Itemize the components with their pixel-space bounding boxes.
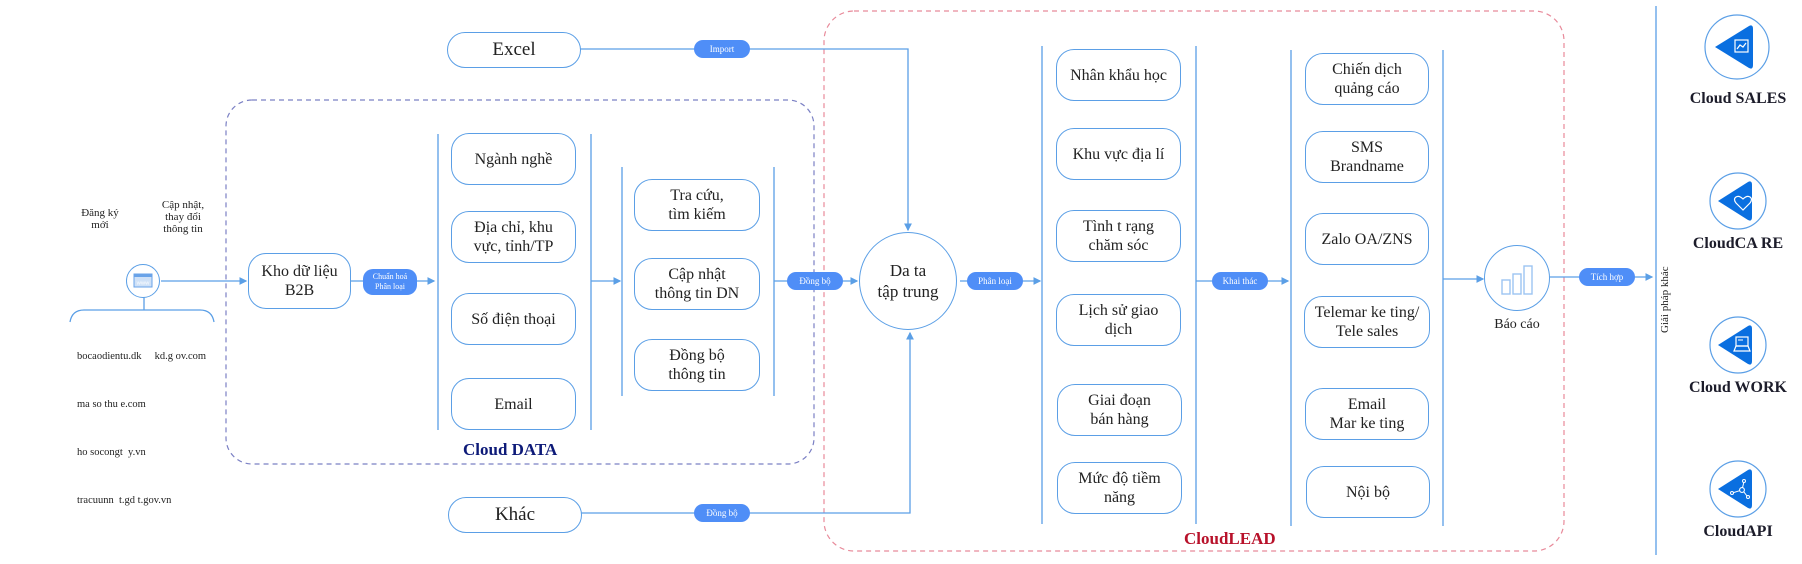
website-list: bocaodientu.dk kd.g ov.com ma so thu e.c… xyxy=(77,317,206,525)
other-sync-tag: Đồng bộ xyxy=(694,504,750,522)
product-label: Cloud WORK xyxy=(1689,379,1787,396)
channel-email-marketing: Email Mar ke ting xyxy=(1305,388,1429,440)
b2b-warehouse-node: Kho dữ liệu B2B xyxy=(248,253,351,309)
segment-demographics: Nhân khẩu học xyxy=(1056,49,1181,101)
line-chart-icon xyxy=(1703,13,1771,81)
website-item: bocaodientu.dk kd.g ov.com xyxy=(77,351,207,362)
attribute-address: Địa chỉ, khu vực, tỉnh/TP xyxy=(451,211,576,263)
function-sync-info: Đồng bộ thông tin xyxy=(634,339,760,391)
segment-potential-level: Mức độ tiềm năng xyxy=(1057,462,1182,514)
report-label: Báo cáo xyxy=(1494,317,1540,332)
cloud-data-title: Cloud DATA xyxy=(463,440,558,459)
other-solutions-label: Giải pháp khác xyxy=(1659,266,1671,333)
function-search: Tra cứu, tìm kiếm xyxy=(634,179,760,231)
cloud-lead-title: CloudLEAD xyxy=(1184,529,1276,548)
laptop-icon xyxy=(1708,315,1768,375)
sync-tag: Đồng bộ xyxy=(787,272,843,290)
segment-sales-stage: Giai đoạn bán hàng xyxy=(1057,384,1182,436)
segment-transaction-history: Lịch sử giao dịch xyxy=(1056,294,1181,346)
attribute-email: Email xyxy=(451,378,576,430)
normalize-classify-tag: Chuẩn hoá Phân loại xyxy=(363,269,417,295)
network-nodes-icon xyxy=(1708,459,1768,519)
segment-care-status: Tình t rạng chăm sóc xyxy=(1056,210,1181,262)
bar-chart-icon xyxy=(1501,265,1533,295)
product-label: CloudCA RE xyxy=(1692,235,1784,252)
other-input-node: Khác xyxy=(448,497,582,533)
channel-sms-brandname: SMS Brandname xyxy=(1305,131,1429,183)
heart-icon xyxy=(1708,171,1768,231)
product-label: CloudAPI xyxy=(1703,523,1773,540)
product-label: Cloud SALES xyxy=(1689,90,1787,107)
channel-ad-campaign: Chiến dịch quảng cáo xyxy=(1305,53,1429,105)
report-node xyxy=(1484,245,1550,311)
import-tag: Import xyxy=(694,40,750,58)
excel-input-node: Excel xyxy=(447,32,581,68)
www-browser-icon: WWW xyxy=(126,264,160,298)
register-label: Đăng ký mới xyxy=(81,207,119,231)
channel-internal: Nội bộ xyxy=(1306,466,1430,518)
svg-text:WWW: WWW xyxy=(137,281,150,286)
attribute-phone: Số điện thoại xyxy=(451,293,576,345)
channel-zalo: Zalo OA/ZNS xyxy=(1305,213,1429,265)
update-label: Cập nhật, thay đổi thông tin xyxy=(161,199,205,235)
function-update-info: Cập nhật thông tin DN xyxy=(634,258,760,310)
website-item: tracuunn t.gd t.gov.vn xyxy=(77,495,172,506)
central-data-node: Da ta tập trung xyxy=(859,232,957,330)
exploit-tag: Khai thác xyxy=(1212,272,1268,290)
website-item: ho socongt y.vn xyxy=(77,447,146,458)
channel-telemarketing: Telemar ke ting/ Tele sales xyxy=(1304,296,1430,348)
attribute-industry: Ngành nghề xyxy=(451,133,576,185)
classify-tag: Phân loại xyxy=(967,272,1023,290)
segment-region: Khu vực địa lí xyxy=(1056,128,1181,180)
integration-tag: Tích hợp xyxy=(1579,268,1635,286)
website-item: ma so thu e.com xyxy=(77,399,146,410)
